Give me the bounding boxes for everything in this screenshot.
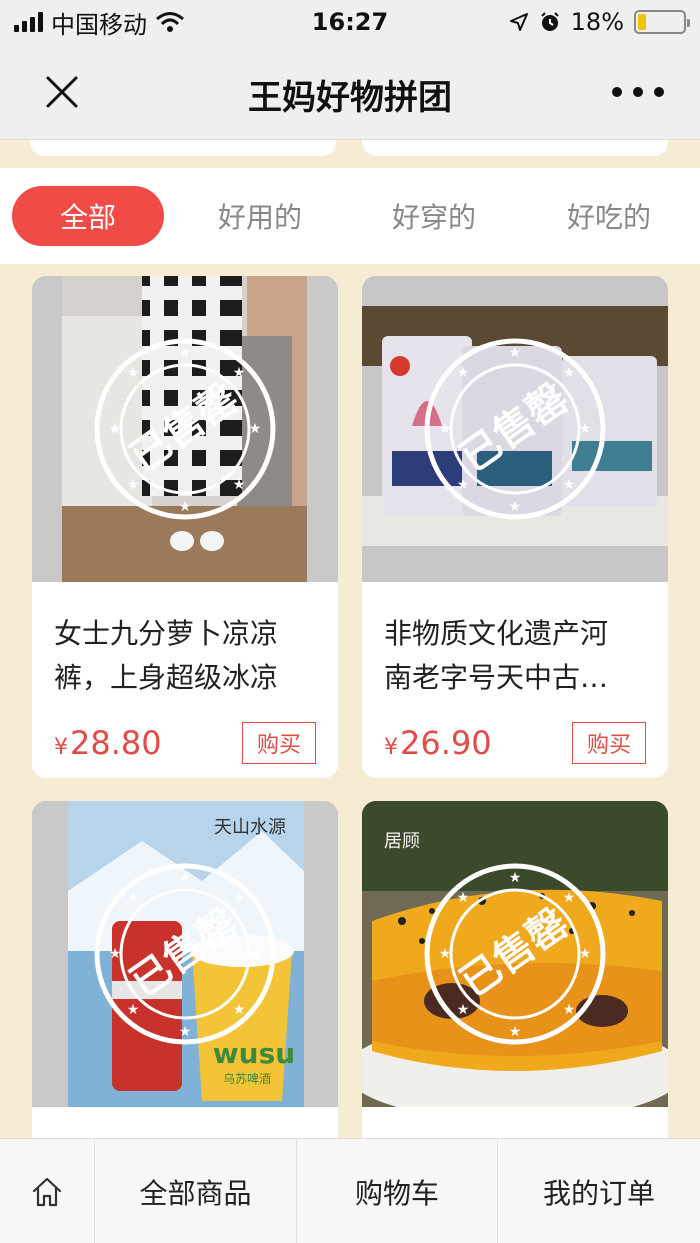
image-text: 乌苏啤酒: [223, 1071, 271, 1086]
svg-text:★: ★: [563, 890, 576, 906]
alarm-icon: [540, 12, 559, 31]
sold-out-stamp: ★ ★ ★ ★ ★ ★ ★ ★ 已售罄: [424, 863, 606, 1045]
svg-text:★: ★: [457, 1002, 470, 1018]
product-price: ¥26.90: [384, 724, 492, 762]
svg-text:★: ★: [439, 421, 452, 437]
tab-wear[interactable]: 好穿的: [392, 186, 476, 246]
svg-text:★: ★: [127, 477, 140, 493]
more-icon-dot: [654, 87, 664, 97]
product-card[interactable]: 居顾 ★ ★ ★ ★ ★ ★ ★ ★ 已售罄: [362, 801, 668, 1138]
page-title: 王妈好物拼团: [248, 78, 452, 118]
location-arrow-icon: [509, 13, 528, 31]
buy-button[interactable]: 购买: [572, 722, 646, 764]
content-area[interactable]: 全部 好用的 好穿的 好吃的 ★ ★ ★ ★ ★ ★ ★ ★ 已售罄 女士九分萝…: [0, 140, 700, 1138]
product-card[interactable]: 天山水源 wusu 乌苏啤酒 ★ ★ ★ ★ ★ ★ ★ ★ 已售罄: [32, 801, 338, 1138]
sold-out-text: 已售罄: [452, 900, 577, 1007]
battery-percent: 18%: [570, 8, 624, 36]
close-button[interactable]: [38, 68, 86, 116]
sold-out-stamp: ★ ★ ★ ★ ★ ★ ★ ★ 已售罄: [94, 863, 276, 1045]
svg-text:★: ★: [233, 365, 246, 381]
svg-text:★: ★: [179, 870, 192, 886]
sold-out-stamp: ★ ★ ★ ★ ★ ★ ★ ★ 已售罄: [94, 338, 276, 520]
price-row: ¥26.90 购买: [362, 700, 668, 772]
all-products-button[interactable]: 全部商品: [95, 1139, 297, 1243]
status-bar: 中国移动 16:27 18%: [0, 0, 700, 44]
tab-useful[interactable]: 好用的: [218, 186, 302, 246]
product-image[interactable]: 天山水源 wusu 乌苏啤酒 ★ ★ ★ ★ ★ ★ ★ ★ 已售罄: [32, 801, 338, 1107]
my-orders-button[interactable]: 我的订单: [498, 1139, 700, 1243]
battery-fill: [638, 14, 646, 30]
nav-bar: 王妈好物拼团: [0, 44, 700, 140]
tab-all[interactable]: 全部: [12, 186, 164, 246]
price-row: ¥28.80 购买: [32, 700, 338, 772]
carrier-label: 中国移动: [51, 10, 147, 39]
svg-text:★: ★: [457, 365, 470, 381]
svg-text:★: ★: [509, 1024, 522, 1040]
signal-icon: [14, 12, 43, 32]
wifi-icon: [156, 12, 184, 32]
svg-text:★: ★: [579, 946, 592, 962]
sold-out-text: 已售罄: [452, 375, 577, 482]
svg-text:★: ★: [509, 345, 522, 361]
product-image[interactable]: 居顾 ★ ★ ★ ★ ★ ★ ★ ★ 已售罄: [362, 801, 668, 1107]
svg-text:★: ★: [457, 890, 470, 906]
status-left: 中国移动: [14, 5, 185, 40]
bottom-tab-bar: 全部商品 购物车 我的订单: [0, 1138, 700, 1243]
previous-card-edge: [30, 140, 336, 156]
svg-text:★: ★: [509, 870, 522, 886]
status-right: 18%: [509, 8, 690, 36]
previous-card-edge: [362, 140, 668, 156]
svg-text:★: ★: [579, 421, 592, 437]
svg-text:★: ★: [249, 946, 262, 962]
svg-text:★: ★: [179, 1024, 192, 1040]
svg-text:★: ★: [233, 477, 246, 493]
svg-text:★: ★: [127, 890, 140, 906]
sold-out-text: 已售罄: [122, 375, 247, 482]
svg-text:★: ★: [563, 477, 576, 493]
product-card[interactable]: ★ ★ ★ ★ ★ ★ ★ ★ 已售罄 女士九分萝卜凉凉 裤，上身超级冰凉 ¥28.80 购买: [32, 276, 338, 778]
home-button[interactable]: [0, 1139, 95, 1243]
svg-text:★: ★: [109, 421, 122, 437]
image-text: 天山水源: [214, 817, 286, 838]
svg-text:★: ★: [249, 421, 262, 437]
svg-text:★: ★: [179, 499, 192, 515]
product-card[interactable]: ★ ★ ★ ★ ★ ★ ★ ★ 已售罄 非物质文化遗产河 南老字号天中古… ¥26.90 购买: [362, 276, 668, 778]
tab-food[interactable]: 好吃的: [567, 186, 651, 246]
image-text: 居顾: [384, 831, 420, 852]
product-image[interactable]: ★ ★ ★ ★ ★ ★ ★ ★ 已售罄: [362, 276, 668, 582]
svg-text:★: ★: [127, 1002, 140, 1018]
svg-text:★: ★: [563, 365, 576, 381]
svg-text:★: ★: [233, 1002, 246, 1018]
product-price: ¥28.80: [54, 724, 162, 762]
product-name: 非物质文化遗产河 南老字号天中古…: [384, 617, 609, 694]
svg-text:★: ★: [563, 1002, 576, 1018]
more-button[interactable]: [612, 74, 664, 110]
sold-out-stamp: ★ ★ ★ ★ ★ ★ ★ ★ 已售罄: [424, 338, 606, 520]
cart-button[interactable]: 购物车: [297, 1139, 498, 1243]
close-icon: [46, 76, 78, 108]
sold-out-text: 已售罄: [122, 900, 247, 1007]
more-icon-dot: [612, 87, 622, 97]
buy-button[interactable]: 购买: [242, 722, 316, 764]
svg-text:★: ★: [109, 946, 122, 962]
product-name: 女士九分萝卜凉凉 裤，上身超级冰凉: [54, 617, 279, 694]
battery-icon: [634, 10, 690, 34]
home-icon: [32, 1177, 62, 1206]
svg-text:★: ★: [439, 946, 452, 962]
category-tabs: 全部 好用的 好穿的 好吃的: [0, 168, 700, 264]
svg-text:★: ★: [233, 890, 246, 906]
svg-text:★: ★: [509, 499, 522, 515]
product-image[interactable]: ★ ★ ★ ★ ★ ★ ★ ★ 已售罄: [32, 276, 338, 582]
svg-text:★: ★: [127, 365, 140, 381]
svg-text:★: ★: [457, 477, 470, 493]
more-icon-dot: [633, 87, 643, 97]
svg-text:★: ★: [179, 345, 192, 361]
